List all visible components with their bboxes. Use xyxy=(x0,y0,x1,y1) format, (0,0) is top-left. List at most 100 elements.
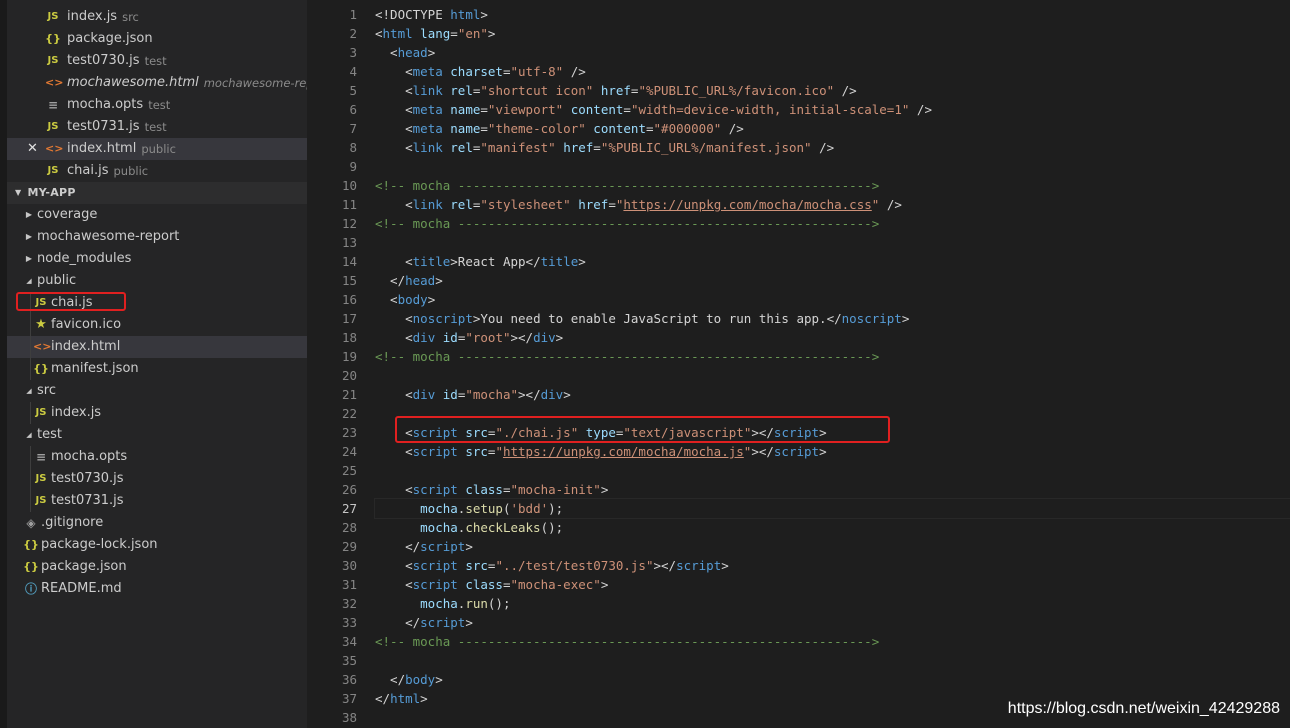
open-editor-item[interactable]: ✕ <> index.html public xyxy=(7,138,307,160)
code-token: name xyxy=(450,102,481,117)
code-line[interactable] xyxy=(375,157,1290,176)
code-token: "width=device-width, initial-scale=1" xyxy=(630,102,910,117)
code-line[interactable] xyxy=(375,651,1290,670)
code-token: (); xyxy=(487,596,511,611)
file-item[interactable]: JS test0730.js xyxy=(7,468,307,490)
line-number: 8 xyxy=(349,140,357,155)
file-item[interactable]: ≡ mocha.opts xyxy=(7,446,307,468)
code-token: "manifest" xyxy=(480,140,556,155)
chevron-down-icon[interactable]: ◢ xyxy=(23,270,35,292)
folder-item[interactable]: ▶ coverage xyxy=(7,204,307,226)
code-line[interactable]: <link rel="stylesheet" href="https://unp… xyxy=(375,195,1290,214)
code-line[interactable]: <link rel="shortcut icon" href="%PUBLIC_… xyxy=(375,81,1290,100)
code-token: noscript xyxy=(841,311,902,326)
file-name: index.js xyxy=(51,405,102,420)
file-item[interactable]: ★ favicon.ico xyxy=(7,314,307,336)
code-line[interactable]: <script src="https://unpkg.com/mocha/moc… xyxy=(375,442,1290,461)
file-name: mochawesome.html xyxy=(67,75,199,90)
close-icon[interactable]: ✕ xyxy=(27,138,38,160)
js-file-icon: JS xyxy=(47,165,59,176)
file-item[interactable]: ⓘ README.md xyxy=(7,578,307,600)
code-line[interactable]: <!-- mocha -----------------------------… xyxy=(375,347,1290,366)
folder-item[interactable]: ▶ mochawesome-report xyxy=(7,226,307,248)
open-editor-item[interactable]: <>mochawesome.html mochawesome-report xyxy=(7,72,307,94)
file-name: manifest.json xyxy=(51,361,139,376)
open-editor-item[interactable]: {} package.json xyxy=(7,28,307,50)
code-token: div xyxy=(540,387,564,402)
code-token: noscript xyxy=(412,311,473,326)
line-number: 11 xyxy=(341,197,357,212)
code-line[interactable]: <title>React App</title> xyxy=(375,252,1290,271)
file-name: package.json xyxy=(41,559,127,574)
code-line[interactable] xyxy=(375,233,1290,252)
folder-item[interactable]: ◢ public xyxy=(7,270,307,292)
open-editor-item[interactable]: JS chai.js public xyxy=(7,160,307,182)
code-line[interactable]: <meta name="theme-color" content="#00000… xyxy=(375,119,1290,138)
code-line[interactable]: </body> xyxy=(375,670,1290,689)
code-token: < xyxy=(375,64,413,79)
file-item[interactable]: {} package-lock.json xyxy=(7,534,307,556)
folder-item[interactable]: ▶ node_modules xyxy=(7,248,307,270)
code-token: rel xyxy=(450,140,473,155)
code-line[interactable]: <div id="root"></div> xyxy=(375,328,1290,347)
file-item[interactable]: JS index.js xyxy=(7,402,307,424)
chevron-right-icon[interactable]: ▶ xyxy=(23,204,35,226)
file-item[interactable]: {} package.json xyxy=(7,556,307,578)
code-line[interactable]: <head> xyxy=(375,43,1290,62)
code-token: meta xyxy=(412,121,443,136)
code-line[interactable]: <script class="mocha-init"> xyxy=(375,480,1290,499)
open-editor-item[interactable]: JS test0731.js test xyxy=(7,116,307,138)
code-line[interactable]: <meta name="viewport" content="width=dev… xyxy=(375,100,1290,119)
code-line[interactable]: mocha.checkLeaks(); xyxy=(375,518,1290,537)
chevron-right-icon[interactable]: ▶ xyxy=(23,248,35,270)
chevron-right-icon[interactable]: ▶ xyxy=(23,226,35,248)
code-token: < xyxy=(375,387,413,402)
code-line[interactable]: </script> xyxy=(375,613,1290,632)
line-number: 35 xyxy=(341,653,357,668)
code-area[interactable]: <!DOCTYPE html> <html lang="en"> <head> <… xyxy=(374,5,1290,727)
file-item[interactable]: ◈ .gitignore xyxy=(7,512,307,534)
code-editor[interactable]: 1 2 3 4 5 6 7 8 9 10 11 12 13 14 15 16 17 18 19 20 21 22 23 24 2… xyxy=(307,0,1290,728)
file-item[interactable]: JS test0731.js xyxy=(7,490,307,512)
code-line[interactable]: <!DOCTYPE html> xyxy=(375,5,1290,24)
code-line[interactable]: <noscript>You need to enable JavaScript … xyxy=(375,309,1290,328)
code-token: class xyxy=(465,577,503,592)
code-token: < xyxy=(375,330,413,345)
code-line[interactable]: mocha.run(); xyxy=(375,594,1290,613)
code-line[interactable]: <!-- mocha -----------------------------… xyxy=(375,214,1290,233)
code-line[interactable]: <html lang="en"> xyxy=(375,24,1290,43)
code-token: = xyxy=(623,102,631,117)
code-line[interactable] xyxy=(375,461,1290,480)
code-token: < xyxy=(375,26,383,41)
code-line[interactable]: <body> xyxy=(375,290,1290,309)
open-editor-item[interactable]: JS index.js src xyxy=(7,6,307,28)
code-line[interactable]: <div id="mocha"></div> xyxy=(375,385,1290,404)
code-line[interactable]: <!-- mocha -----------------------------… xyxy=(375,632,1290,651)
code-line[interactable]: <meta charset="utf-8" /> xyxy=(375,62,1290,81)
folder-item[interactable]: ◢ test xyxy=(7,424,307,446)
open-editor-item[interactable]: JS test0730.js test xyxy=(7,50,307,72)
file-item[interactable]: {} manifest.json xyxy=(7,358,307,380)
chevron-down-icon[interactable]: ◢ xyxy=(23,380,35,402)
json-file-icon: {} xyxy=(23,538,39,551)
line-number: 13 xyxy=(341,235,357,250)
code-line[interactable]: <script class="mocha-exec"> xyxy=(375,575,1290,594)
project-section-header[interactable]: ▼ MY-APP xyxy=(7,182,307,204)
code-line[interactable]: mocha.setup('bdd'); xyxy=(374,498,1290,519)
code-line[interactable]: <!-- mocha -----------------------------… xyxy=(375,176,1290,195)
file-item[interactable]: <> index.html xyxy=(7,336,307,358)
code-token: </ xyxy=(375,539,421,554)
open-editor-item[interactable]: ≡ mocha.opts test xyxy=(7,94,307,116)
code-token: = xyxy=(480,121,488,136)
code-line[interactable]: <script src="../test/test0730.js"></scri… xyxy=(375,556,1290,575)
code-line[interactable]: <link rel="manifest" href="%PUBLIC_URL%/… xyxy=(375,138,1290,157)
code-line[interactable]: </head> xyxy=(375,271,1290,290)
chevron-down-icon[interactable]: ◢ xyxy=(23,424,35,446)
code-line[interactable]: </script> xyxy=(375,537,1290,556)
folder-item[interactable]: ◢ src xyxy=(7,380,307,402)
code-line[interactable] xyxy=(375,366,1290,385)
js-file-icon: JS xyxy=(35,495,47,506)
indent-guide xyxy=(30,468,31,490)
project-title: MY-APP xyxy=(27,186,76,199)
